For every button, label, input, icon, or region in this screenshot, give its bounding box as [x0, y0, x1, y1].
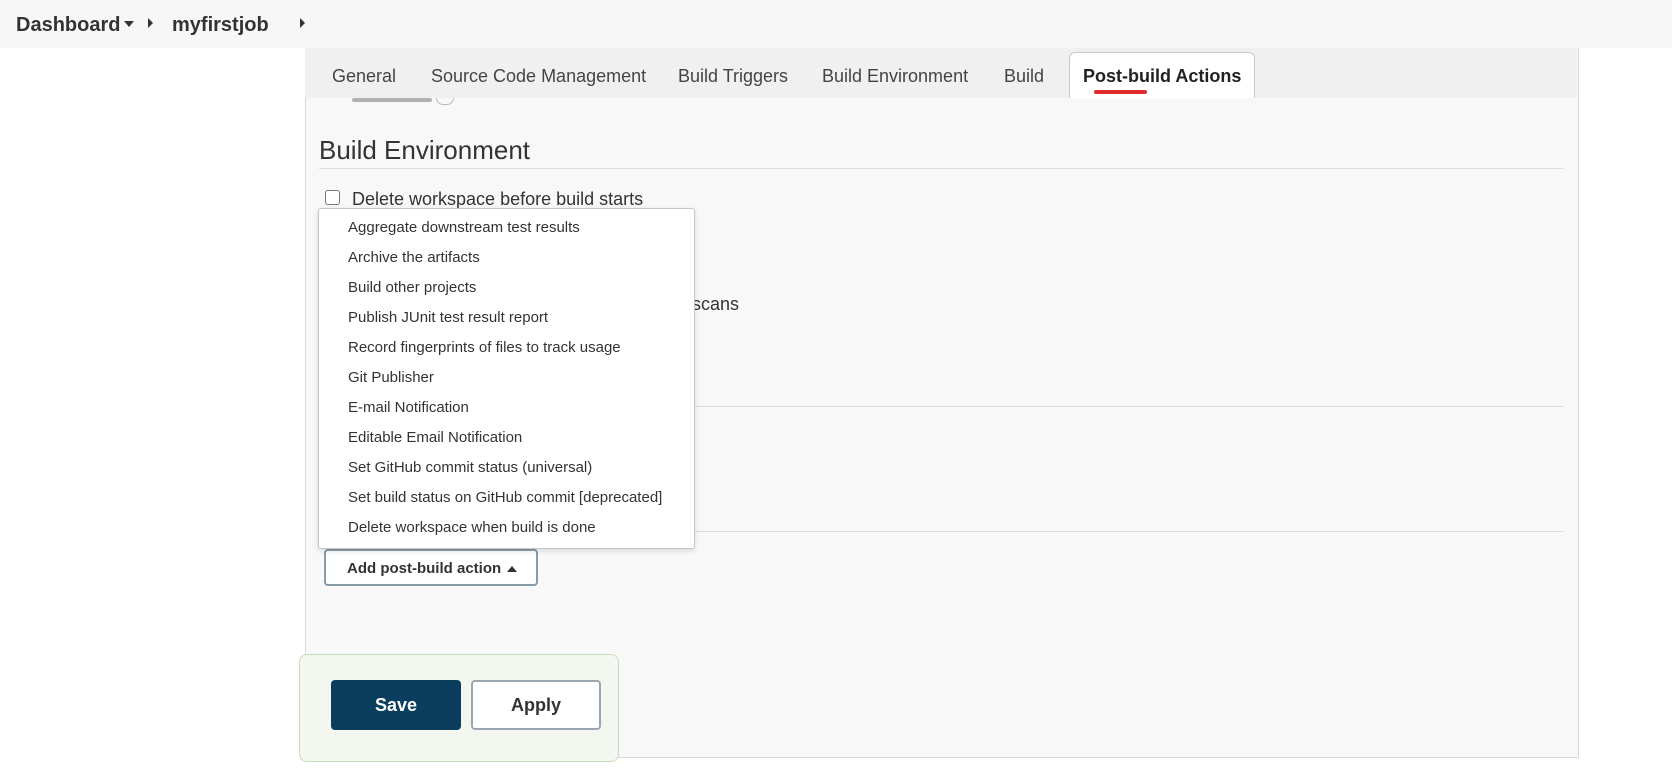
breadcrumb-dashboard[interactable]: Dashboard: [16, 12, 120, 38]
tab-build-environment[interactable]: Build Environment: [822, 64, 968, 88]
delete-workspace-checkbox[interactable]: [325, 190, 340, 205]
menu-item[interactable]: E-mail Notification: [348, 398, 469, 418]
tab-bar: General Source Code Management Build Tri…: [305, 48, 1577, 98]
clipped-text: [352, 98, 432, 102]
add-post-build-action-button[interactable]: Add post-build action: [324, 549, 538, 586]
menu-item[interactable]: Editable Email Notification: [348, 428, 522, 448]
active-tab-indicator: [1094, 90, 1147, 94]
chevron-right-icon[interactable]: [148, 18, 153, 28]
menu-item[interactable]: Archive the artifacts: [348, 248, 480, 268]
caret-up-icon: [507, 566, 517, 572]
tab-source-code-management[interactable]: Source Code Management: [431, 64, 646, 88]
menu-item[interactable]: Set GitHub commit status (universal): [348, 458, 592, 478]
breadcrumb-job[interactable]: myfirstjob: [172, 12, 269, 38]
menu-item[interactable]: Delete workspace when build is done: [348, 518, 596, 538]
chevron-down-icon[interactable]: [124, 21, 134, 27]
menu-item[interactable]: Aggregate downstream test results: [348, 218, 580, 238]
section-divider: [319, 168, 1564, 169]
tab-build-triggers[interactable]: Build Triggers: [678, 64, 788, 88]
section-title: Build Environment: [319, 135, 530, 165]
menu-item[interactable]: Git Publisher: [348, 368, 434, 388]
save-button[interactable]: Save: [331, 680, 461, 730]
add-post-build-action-label: Add post-build action: [347, 560, 502, 577]
menu-item[interactable]: Set build status on GitHub commit [depre…: [348, 488, 662, 508]
menu-item[interactable]: Build other projects: [348, 278, 476, 298]
post-build-action-menu: Aggregate downstream test results Archiv…: [318, 208, 695, 549]
tab-general[interactable]: General: [332, 64, 396, 88]
breadcrumb: Dashboard myfirstjob: [0, 0, 1672, 48]
tab-build[interactable]: Build: [1004, 64, 1044, 88]
menu-item[interactable]: Publish JUnit test result report: [348, 308, 548, 328]
menu-item[interactable]: Record fingerprints of files to track us…: [348, 338, 621, 358]
chevron-right-icon[interactable]: [300, 18, 305, 28]
apply-button[interactable]: Apply: [471, 680, 601, 730]
